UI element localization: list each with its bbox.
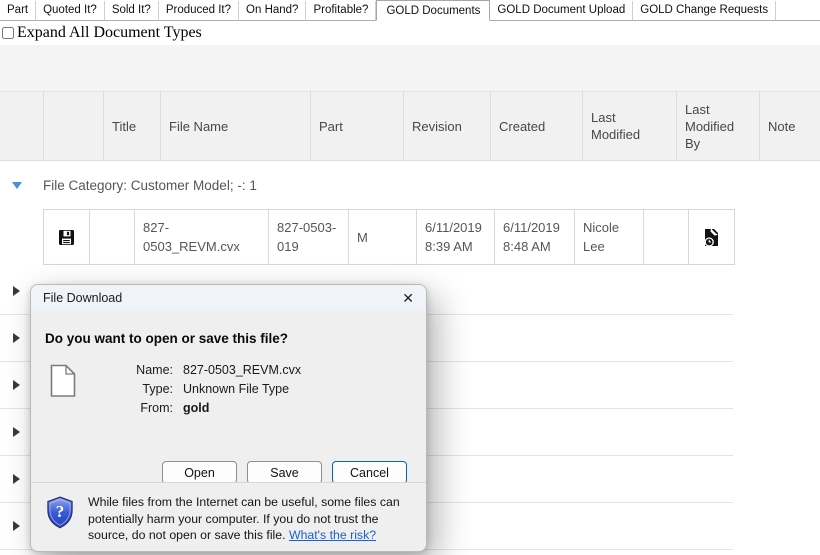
cell-empty (643, 210, 688, 264)
header-last-modified: Last Modified (582, 92, 676, 160)
document-row[interactable]: 827-0503_REVM.cvx 827-0503-019 M 6/11/20… (43, 209, 735, 265)
header-expand-col (0, 92, 43, 160)
header-save-col (43, 92, 103, 160)
cell-title (89, 210, 134, 264)
expand-all-row: Expand All Document Types (0, 21, 820, 45)
tab-gold-document-upload[interactable]: GOLD Document Upload (490, 1, 634, 21)
tab-part[interactable]: Part (0, 1, 37, 21)
triangle-right-icon[interactable] (13, 521, 20, 531)
warning-text: While files from the Internet can be use… (88, 494, 412, 551)
triangle-right-icon[interactable] (13, 427, 20, 437)
file-icon (50, 364, 76, 397)
tab-strip: Part Quoted It? Sold It? Produced It? On… (0, 0, 820, 21)
from-value: gold (183, 401, 210, 415)
note-cell[interactable] (688, 210, 734, 264)
tab-gold-documents[interactable]: GOLD Documents (376, 0, 491, 21)
from-label: From: (140, 401, 173, 415)
cell-created: 6/11/2019 8:39 AM (416, 210, 494, 264)
cell-last-modified: 6/11/2019 8:48 AM (494, 210, 574, 264)
tab-produced-it[interactable]: Produced It? (158, 1, 240, 21)
app-window: Part Quoted It? Sold It? Produced It? On… (0, 0, 820, 555)
security-shield-question-icon: ? (47, 496, 73, 529)
dialog-titlebar[interactable]: File Download ✕ (31, 285, 426, 311)
tab-gold-change-requests[interactable]: GOLD Change Requests (633, 1, 777, 21)
cell-file-name: 827-0503_REVM.cvx (134, 210, 268, 264)
dialog-heading: Do you want to open or save this file? (45, 331, 289, 346)
header-title: Title (103, 92, 160, 160)
close-icon[interactable]: ✕ (402, 289, 414, 307)
tab-sold-it[interactable]: Sold It? (104, 1, 159, 21)
tab-profitable[interactable]: Profitable? (306, 1, 377, 21)
svg-text:?: ? (56, 502, 65, 521)
header-file-name: File Name (160, 92, 310, 160)
floppy-disk-icon[interactable] (58, 229, 75, 246)
triangle-down-icon[interactable] (12, 181, 22, 189)
file-fields: Name: 827-0503_REVM.cvx Type: Unknown Fi… (77, 363, 301, 415)
save-button[interactable]: Save (247, 461, 322, 484)
save-cell[interactable] (44, 210, 89, 264)
type-value: Unknown File Type (183, 382, 290, 396)
header-note: Note (759, 92, 820, 160)
category-label: File Category: Customer Model; -: 1 (43, 177, 257, 193)
toolbar-area (0, 45, 820, 91)
dialog-buttons: Open Save Cancel (31, 461, 426, 484)
cell-part: 827-0503-019 (268, 210, 348, 264)
name-label: Name: (136, 363, 173, 377)
document-history-icon[interactable] (703, 227, 720, 248)
open-button[interactable]: Open (162, 461, 237, 484)
tab-strip-filler (776, 1, 820, 21)
tab-quoted-it[interactable]: Quoted It? (36, 1, 105, 21)
file-download-dialog: File Download ✕ Do you want to open or s… (30, 284, 427, 552)
header-part: Part (310, 92, 403, 160)
cell-revision: M (348, 210, 416, 264)
cell-last-modified-by: Nicole Lee (574, 210, 643, 264)
category-row-customer-model[interactable]: File Category: Customer Model; -: 1 (0, 161, 820, 209)
file-info: Name: 827-0503_REVM.cvx Type: Unknown Fi… (49, 362, 426, 415)
whats-the-risk-link[interactable]: What's the risk? (289, 528, 376, 542)
triangle-right-icon[interactable] (13, 333, 20, 343)
dialog-body: Do you want to open or save this file? N… (31, 311, 426, 484)
dialog-title: File Download (43, 291, 123, 305)
name-value: 827-0503_REVM.cvx (183, 363, 302, 377)
triangle-right-icon[interactable] (13, 286, 20, 296)
header-last-modified-by: Last Modified By (676, 92, 759, 160)
expand-all-label: Expand All Document Types (17, 24, 202, 41)
triangle-right-icon[interactable] (13, 380, 20, 390)
type-label: Type: (142, 382, 173, 396)
triangle-right-icon[interactable] (13, 474, 20, 484)
documents-table-header: Title File Name Part Revision Created La… (0, 91, 820, 161)
tab-on-hand[interactable]: On Hand? (239, 1, 307, 21)
dialog-footer: ? While files from the Internet can be u… (31, 482, 426, 551)
header-created: Created (490, 92, 582, 160)
expand-all-checkbox[interactable] (2, 27, 14, 39)
cancel-button[interactable]: Cancel (332, 461, 407, 484)
header-revision: Revision (403, 92, 490, 160)
